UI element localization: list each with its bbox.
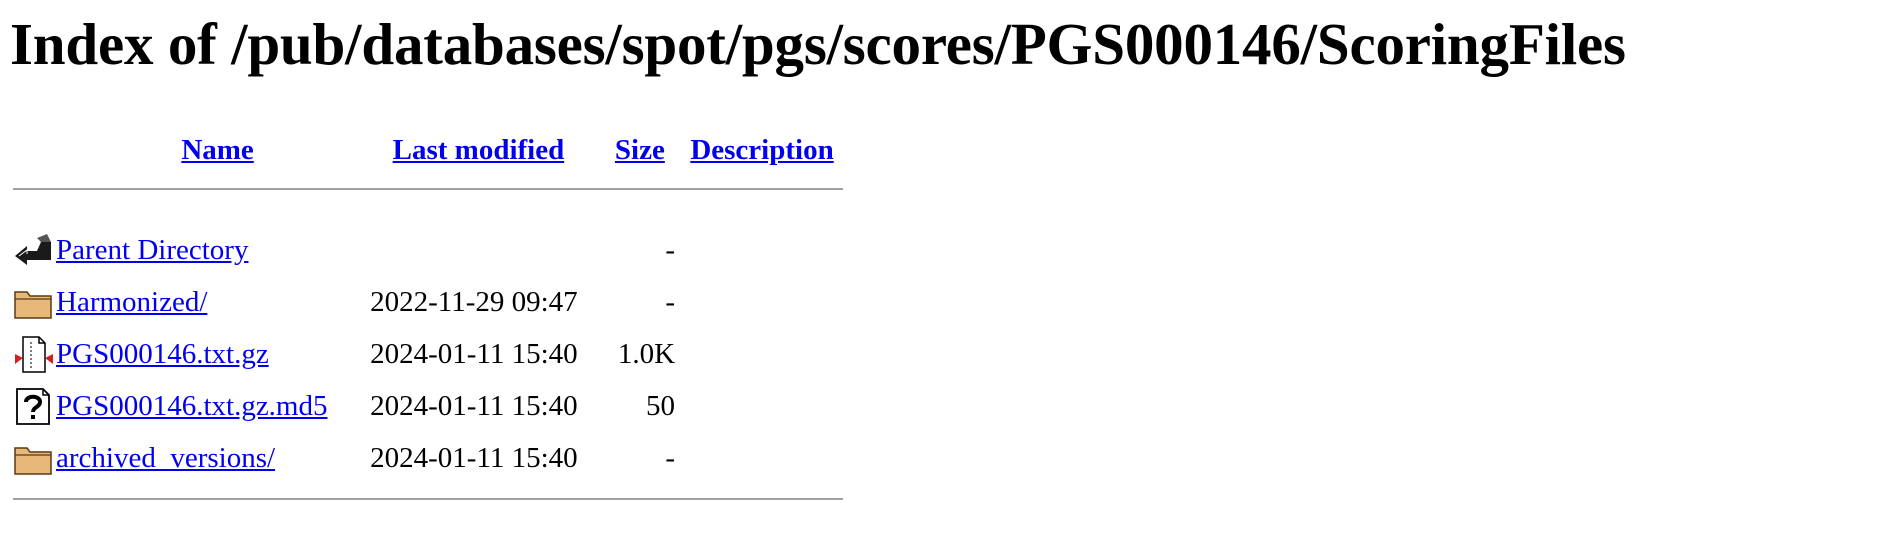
name-header: Name	[53, 126, 366, 174]
directory-index-page: Index of /pub/databases/spot/pgs/scores/…	[0, 0, 1898, 544]
harmonized-folder-link[interactable]: Harmonized/	[56, 286, 207, 318]
table-row: Harmonized/ 2022-11-29 09:47 -	[13, 276, 843, 328]
description-cell	[675, 328, 843, 380]
table-row: PGS000146.txt.gz.md5 2024-01-11 15:40 50	[13, 380, 843, 432]
sort-by-name-link[interactable]: Name	[181, 134, 253, 166]
folder-icon	[14, 447, 52, 475]
last-modified-cell	[366, 224, 611, 276]
table-header-row: Name Last modified Size Description	[13, 126, 843, 174]
description-cell	[675, 380, 843, 432]
scoring-file-gz-link[interactable]: PGS000146.txt.gz	[56, 338, 269, 370]
archived-versions-folder-link[interactable]: archived_versions/	[56, 442, 275, 474]
description-header: Description	[675, 126, 843, 174]
description-cell	[675, 432, 843, 484]
footer-rule-row	[13, 484, 843, 514]
folder-icon	[14, 291, 52, 319]
size-cell: 50	[646, 389, 676, 422]
sort-by-size-link[interactable]: Size	[615, 134, 665, 166]
size-cell: -	[665, 441, 676, 474]
parent-directory-link[interactable]: Parent Directory	[56, 234, 248, 266]
top-divider	[13, 188, 843, 190]
sort-by-description-link[interactable]: Description	[690, 134, 833, 166]
description-cell	[675, 224, 843, 276]
compressed-file-icon	[15, 336, 53, 373]
table-row: Parent Directory -	[13, 224, 843, 276]
last-modified-cell: 2024-01-11 15:40	[370, 441, 578, 474]
size-header: Size	[611, 126, 675, 174]
bottom-divider	[13, 498, 843, 500]
header-rule-row	[13, 174, 843, 204]
icon-header	[13, 126, 53, 174]
file-listing-table: Name Last modified Size Description Pare…	[13, 126, 843, 514]
size-cell: -	[665, 285, 676, 318]
unknown-file-icon	[16, 388, 50, 425]
table-row: PGS000146.txt.gz 2024-01-11 15:40 1.0K	[13, 328, 843, 380]
page-title: Index of /pub/databases/spot/pgs/scores/…	[10, 11, 1626, 77]
back-arrow-icon	[15, 234, 51, 265]
last-modified-header: Last modified	[366, 126, 611, 174]
size-cell: 1.0K	[617, 337, 676, 370]
last-modified-cell: 2024-01-11 15:40	[370, 389, 578, 422]
table-row: archived_versions/ 2024-01-11 15:40 -	[13, 432, 843, 484]
last-modified-cell: 2024-01-11 15:40	[370, 337, 578, 370]
description-cell	[675, 276, 843, 328]
sort-by-last-modified-link[interactable]: Last modified	[393, 134, 565, 166]
checksum-file-link[interactable]: PGS000146.txt.gz.md5	[56, 390, 328, 422]
size-cell: -	[665, 233, 676, 266]
last-modified-cell: 2022-11-29 09:47	[370, 285, 578, 318]
